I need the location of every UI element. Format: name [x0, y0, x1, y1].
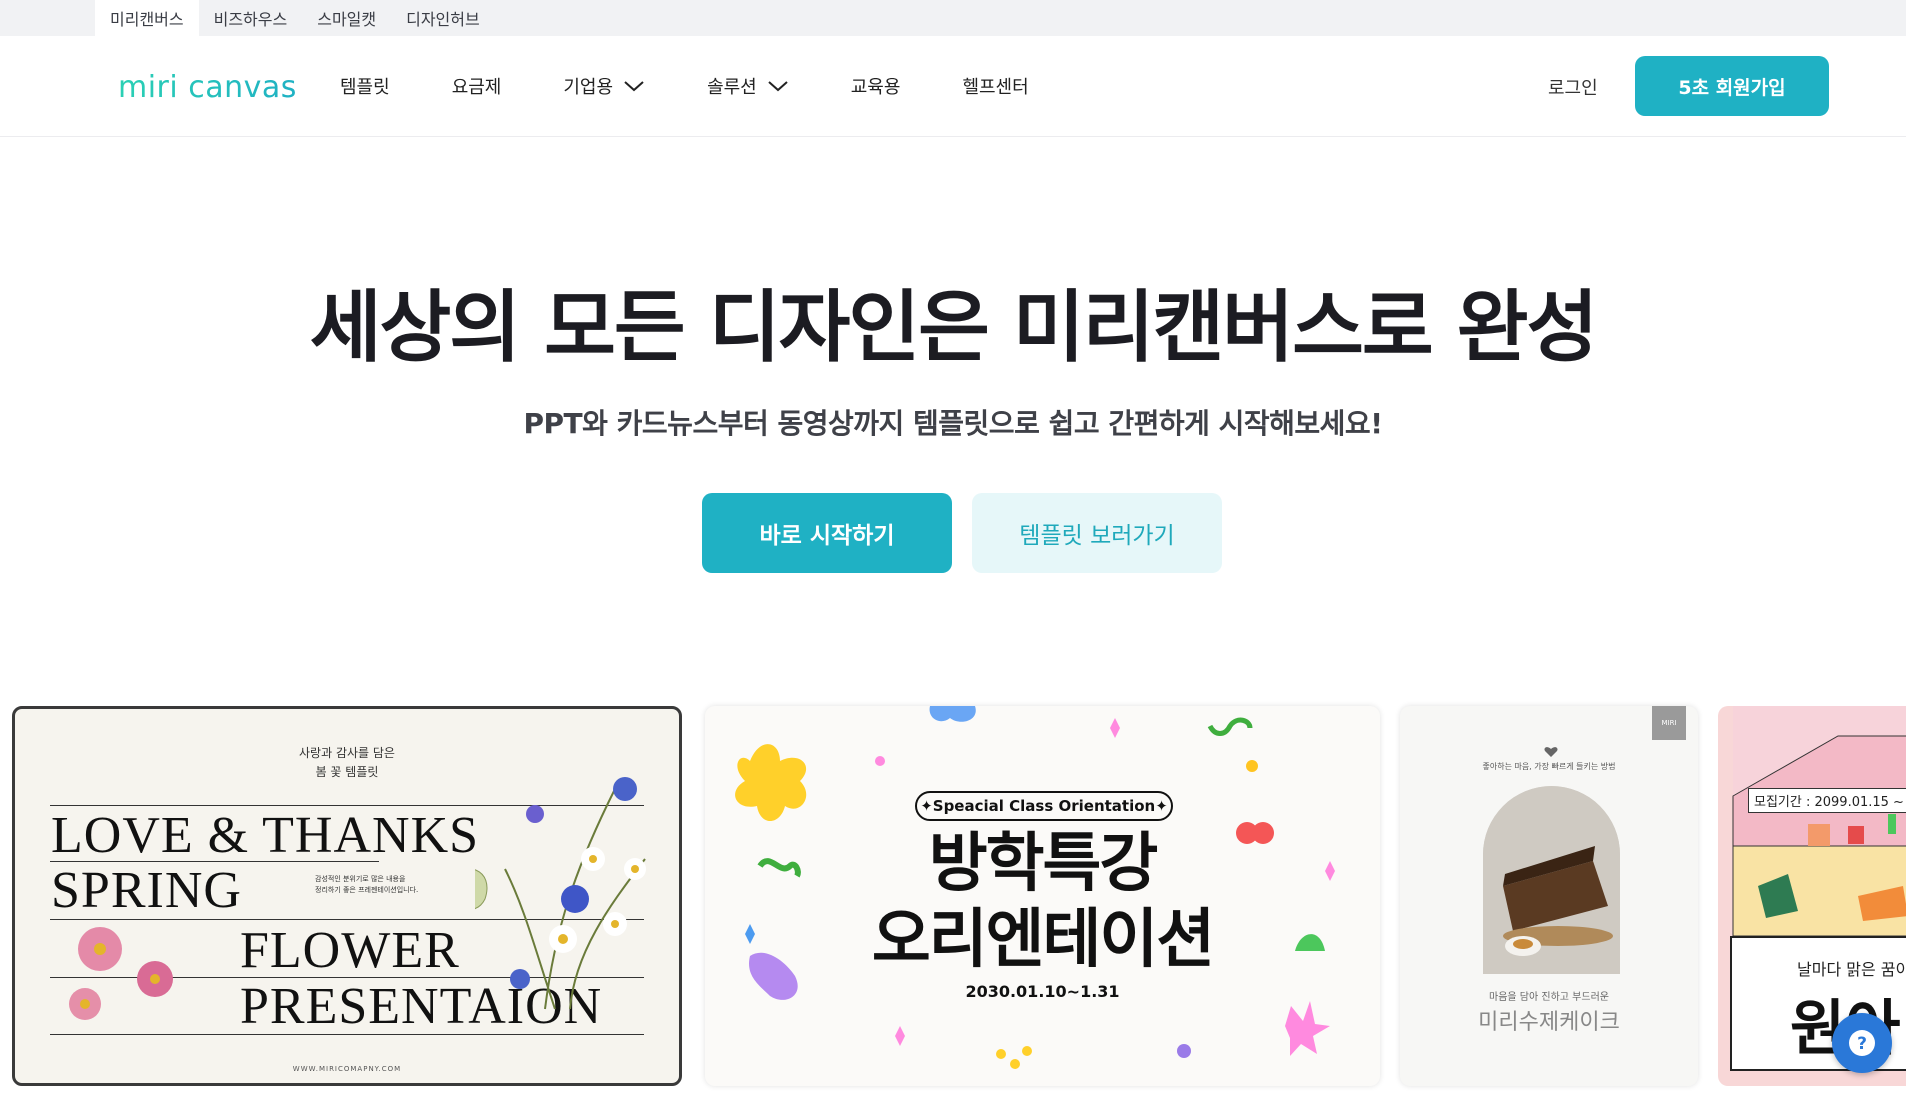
main-header: miri canvas 템플릿 요금제 기업용 솔루션 교육용 헬프센터 로그인…: [0, 36, 1906, 137]
flower-line3: FLOWER: [240, 922, 460, 979]
flower-url: WWW.MIRICOMAPNY.COM: [292, 1065, 402, 1073]
flower-description: 감성적인 분위기로 많은 내용을 정리하기 좋은 프레젠테이션입니다.: [315, 874, 418, 896]
browse-templates-button[interactable]: 템플릿 보러가기: [972, 493, 1222, 573]
nav-education-label: 교육용: [850, 77, 901, 98]
cake-tagline: 좋아하는 마음, 가장 빠르게 들키는 방법: [1482, 762, 1616, 771]
orientation-title-line1: 방학특강: [928, 827, 1159, 901]
login-link[interactable]: 로그인: [1548, 74, 1598, 100]
svg-text:miri canvas: miri canvas: [118, 70, 297, 105]
orientation-date: 2030.01.10~1.31: [965, 982, 1120, 1001]
family-site-smilecat[interactable]: 스마일캣: [302, 0, 391, 36]
family-site-bizhows[interactable]: 비즈하우스: [199, 0, 303, 36]
kindergarten-subtitle: 날마다 맑은 꿈이 자: [1797, 960, 1906, 979]
miricanvas-logo[interactable]: miri canvas: [118, 67, 308, 109]
orientation-title-line2: 오리엔테이션: [871, 903, 1215, 977]
flower-desc-line1: 감성적인 분위기로 많은 내용을: [315, 875, 406, 883]
svg-text:?: ?: [1857, 1034, 1867, 1054]
heart-icon: [1544, 747, 1558, 757]
nav-pricing[interactable]: 요금제: [452, 73, 502, 99]
cake-subtitle: 마음을 담아 진하고 부드러운: [1489, 992, 1609, 1003]
family-sites-bar: 미리캔버스 비즈하우스 스마일캣 디자인허브: [0, 0, 1906, 36]
family-site-designhub[interactable]: 디자인허브: [391, 0, 495, 36]
flower-line2: SPRING: [51, 862, 242, 919]
nav-business[interactable]: 기업용: [563, 73, 645, 99]
nav-help-center[interactable]: 헬프센터: [962, 73, 1028, 99]
nav-solutions-label: 솔루션: [707, 77, 757, 98]
flower-line1: LOVE & THANKS: [51, 807, 480, 864]
help-chat-button[interactable]: ?: [1832, 1013, 1892, 1073]
wildflower-illustration: [475, 777, 646, 1010]
nav-pricing-label: 요금제: [451, 77, 502, 98]
cosmos-flower-illustration: [69, 927, 173, 1020]
global-nav: 템플릿 요금제 기업용 솔루션 교육용 헬프센터: [340, 36, 1091, 136]
chevron-down-icon: [768, 81, 788, 92]
nav-education[interactable]: 교육용: [851, 73, 901, 99]
chevron-down-icon: [624, 81, 644, 92]
logo-wordmark: miri canvas: [118, 70, 297, 105]
signup-button[interactable]: 5초 회원가입: [1635, 56, 1829, 116]
cake-name: 미리수제케이크: [1478, 1010, 1620, 1035]
recruit-period: 모집기간 : 2099.01.15 ~ 01.2: [1748, 788, 1906, 813]
nav-help-center-label: 헬프센터: [962, 77, 1029, 98]
orientation-pill-label: ✦Speacial Class Orientation✦: [915, 791, 1173, 821]
nav-templates-label: 템플릿: [340, 77, 390, 98]
cake-photo: [1483, 786, 1620, 974]
hero-subtitle: PPT와 카드뉴스부터 동영상까지 템플릿으로 쉽고 간편하게 시작해보세요!: [523, 407, 1383, 440]
nav-business-label: 기업용: [563, 77, 614, 98]
start-now-button[interactable]: 바로 시작하기: [702, 493, 952, 573]
cake-image: [1483, 786, 1620, 974]
miri-badge: MIRI: [1652, 706, 1686, 740]
template-card-cake[interactable]: MIRI 좋아하는 마음, 가장 빠르게 들키는 방법 마음을 담아 진하고 부…: [1400, 706, 1698, 1086]
nav-templates[interactable]: 템플릿: [340, 73, 390, 99]
template-card-orientation[interactable]: ✦Speacial Class Orientation✦ 방학특강 오리엔테이션…: [705, 706, 1380, 1086]
flower-desc-line2: 정리하기 좋은 프레젠테이션입니다.: [315, 886, 419, 894]
question-icon: ?: [1849, 1030, 1875, 1056]
family-site-miricanvas[interactable]: 미리캔버스: [95, 0, 199, 36]
hero-title: 세상의 모든 디자인은 미리캔버스로 완성: [309, 283, 1599, 373]
template-card-flower[interactable]: 사랑과 감사를 담은 봄 꽃 템플릿 LOVE & THANKS SPRING …: [12, 706, 682, 1086]
orientation-title: 방학특강 오리엔테이션: [705, 826, 1380, 978]
nav-solutions[interactable]: 솔루션: [707, 73, 789, 99]
